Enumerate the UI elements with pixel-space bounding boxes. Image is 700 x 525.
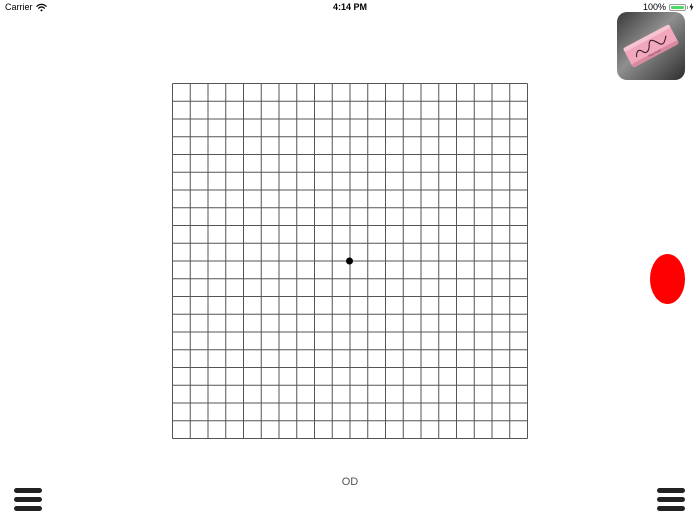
status-bar: Carrier 4:14 PM 100% xyxy=(0,0,700,14)
battery-group: 100% xyxy=(643,2,694,12)
amsler-grid[interactable] xyxy=(172,83,528,439)
charging-bolt-icon xyxy=(689,3,694,11)
status-time: 4:14 PM xyxy=(332,2,367,12)
fixation-dot xyxy=(346,257,353,265)
left-menu-button[interactable] xyxy=(14,488,42,512)
eraser-icon: Pink Pearl xyxy=(623,24,679,68)
eraser-button[interactable]: Pink Pearl xyxy=(617,12,685,80)
battery-fill xyxy=(671,5,684,9)
battery-percent: 100% xyxy=(642,2,666,12)
battery-icon xyxy=(669,3,688,11)
eye-label: OD xyxy=(341,476,359,488)
red-oval-marker[interactable] xyxy=(650,254,685,304)
right-menu-button[interactable] xyxy=(657,488,685,512)
